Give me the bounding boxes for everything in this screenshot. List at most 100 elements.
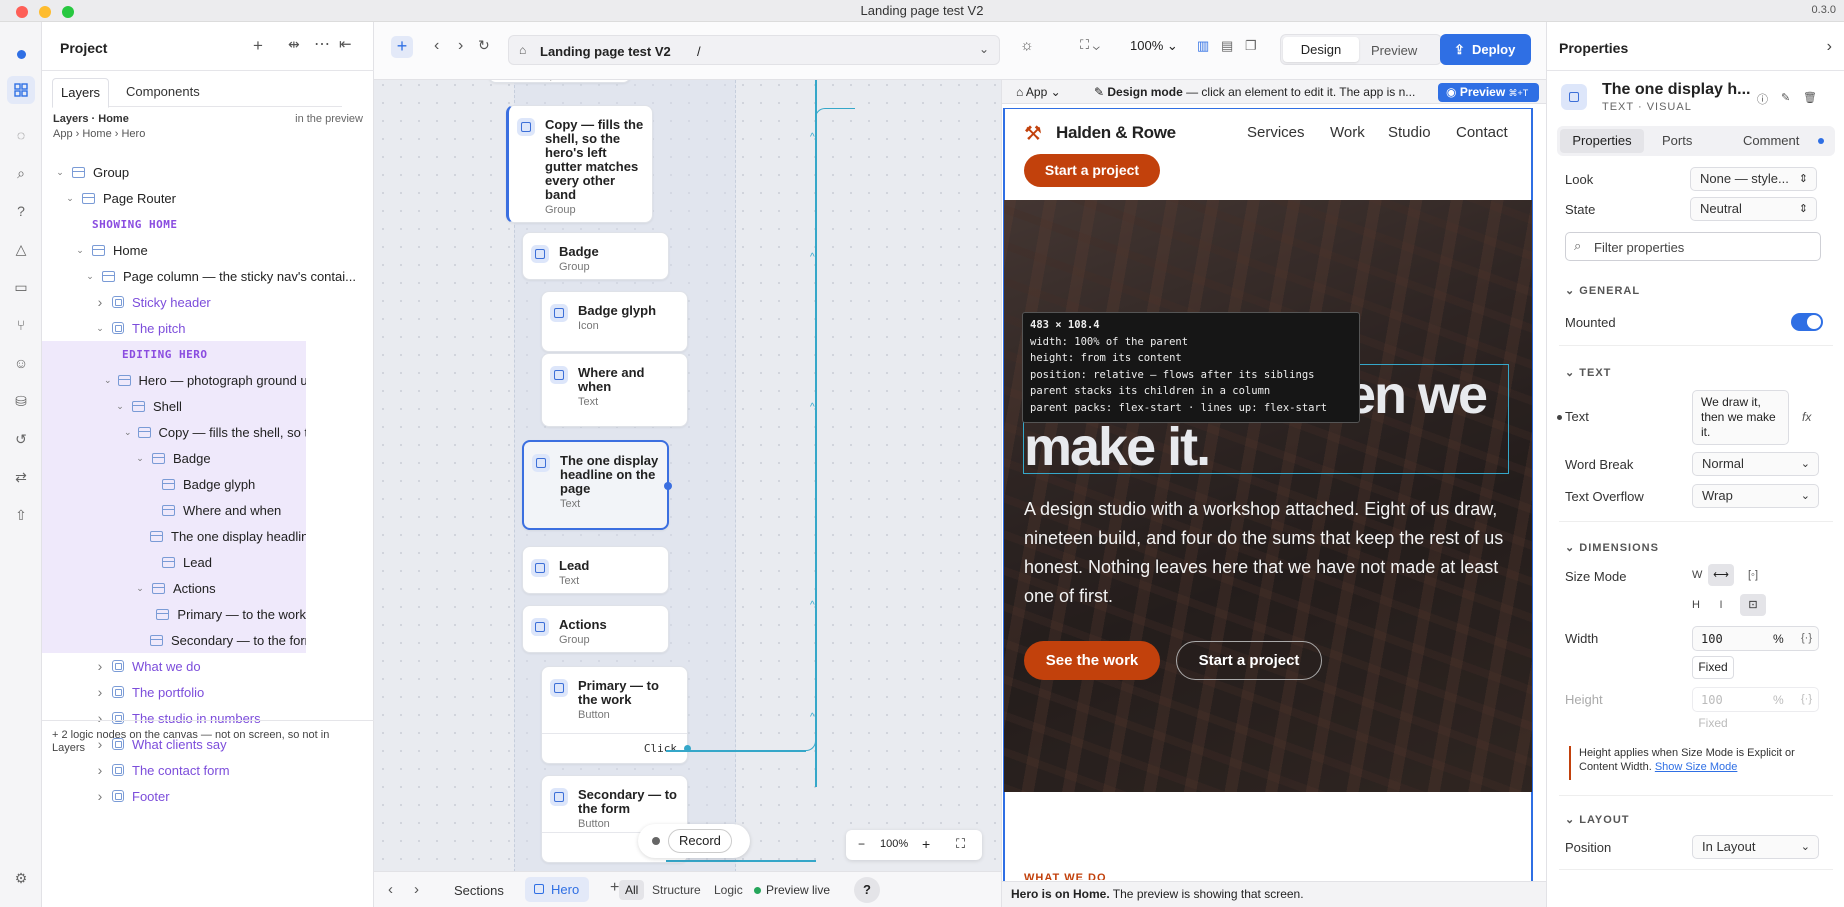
start-project-hero-button[interactable]: Start a project xyxy=(1176,641,1322,680)
preview-live-label[interactable]: Preview live xyxy=(766,883,830,897)
chevron-right-icon[interactable]: › xyxy=(94,710,106,726)
width-input[interactable]: 100 % {·} xyxy=(1692,626,1819,651)
brand-name[interactable]: Halden & Rowe xyxy=(1056,123,1176,143)
look-select[interactable]: None — style... ⇕ xyxy=(1690,167,1817,191)
mounted-toggle[interactable] xyxy=(1791,313,1823,331)
chevron-right-icon[interactable]: › xyxy=(94,294,106,310)
canvas-node[interactable]: Copy — fills the shell, so the hero's le… xyxy=(506,105,653,223)
tab-sections[interactable]: Sections xyxy=(454,883,504,898)
filter-structure[interactable]: Structure xyxy=(652,883,701,897)
preview-button[interactable]: ◉ Preview ⌘+T xyxy=(1438,83,1539,102)
element-name[interactable]: The one display h... xyxy=(1602,81,1750,99)
insert-button[interactable]: + xyxy=(391,36,413,58)
show-size-mode-link[interactable]: Show Size Mode xyxy=(1655,761,1738,773)
canvas-node[interactable]: Badge glyph Icon xyxy=(541,291,688,352)
minimize-window-button[interactable] xyxy=(39,6,51,18)
layer-row[interactable]: ⌄ The pitch xyxy=(42,315,374,341)
design-mode-button[interactable]: Design xyxy=(1283,37,1359,62)
nav-work[interactable]: Work xyxy=(1330,124,1365,141)
info-icon[interactable]: ⓘ xyxy=(1757,91,1768,107)
canvas-node[interactable]: Where and when Text xyxy=(541,353,688,427)
page-address-bar[interactable]: ⌂ Landing page test V2 / ⌄ xyxy=(508,35,1000,65)
text-overflow-select[interactable]: Wrap ⌄ xyxy=(1692,484,1819,508)
flow-icon[interactable]: ⇄ xyxy=(11,467,31,487)
search-icon[interactable]: ⌕ xyxy=(11,163,31,183)
word-break-select[interactable]: Normal ⌄ xyxy=(1692,452,1819,476)
layout-split-icon[interactable]: ▥ xyxy=(1197,38,1209,54)
height-hug-icon[interactable]: ⊡ xyxy=(1740,594,1766,616)
history-icon[interactable]: ↺ xyxy=(11,429,31,449)
layer-row[interactable]: › Footer xyxy=(42,783,374,809)
edit-pencil-icon[interactable]: ✎ xyxy=(1781,91,1790,104)
canvas-node[interactable]: The one display headline on the page Text xyxy=(522,440,672,530)
fit-screen-icon[interactable]: ⛶ xyxy=(956,836,965,852)
filter-logic[interactable]: Logic xyxy=(714,883,743,897)
zoom-out-button[interactable]: − xyxy=(858,837,865,851)
collapse-properties-icon[interactable]: › xyxy=(1827,38,1832,56)
tab-comment[interactable]: Comment xyxy=(1743,133,1799,148)
theme-sun-icon[interactable]: ☼ xyxy=(1020,37,1034,54)
width-unit[interactable]: % xyxy=(1773,632,1784,646)
zoom-window-button[interactable] xyxy=(62,6,74,18)
add-tab-button[interactable]: + xyxy=(610,879,619,897)
layer-row[interactable]: Where and when xyxy=(42,497,306,523)
canvas-node[interactable]: Lead Text xyxy=(522,546,669,594)
layer-row[interactable]: ⌄ Home xyxy=(42,237,374,263)
height-fixed-icon[interactable]: I xyxy=(1708,594,1734,616)
canvas-node[interactable]: Badge Group xyxy=(522,232,669,280)
route-path[interactable]: / xyxy=(697,44,701,59)
layer-row[interactable]: The one display headline on t... xyxy=(42,523,306,549)
chevron-down-icon[interactable]: ⌄ xyxy=(74,245,86,256)
preview-mode-button[interactable]: Preview xyxy=(1371,43,1417,58)
chevron-down-icon[interactable]: ⌄ xyxy=(134,583,146,594)
chevron-down-icon[interactable]: ⌄ xyxy=(84,271,96,282)
layer-row[interactable]: ⌄ Badge xyxy=(42,445,306,471)
add-layer-button[interactable]: + xyxy=(253,36,263,56)
fx-button[interactable]: fx xyxy=(1802,410,1811,424)
layer-row[interactable]: Primary — to the work xyxy=(42,601,306,627)
help-button[interactable]: ? xyxy=(854,877,880,903)
reload-icon[interactable]: ↻ xyxy=(478,37,490,54)
output-handle[interactable] xyxy=(664,482,672,490)
deploy-rail-icon[interactable]: ⇧ xyxy=(11,505,31,525)
width-mode-chip[interactable]: Fixed xyxy=(1692,656,1734,679)
settings-gear-icon[interactable]: ⚙ xyxy=(11,868,31,888)
position-select[interactable]: In Layout ⌄ xyxy=(1692,835,1819,859)
section-dimensions[interactable]: ⌄ DIMENSIONS xyxy=(1565,541,1659,554)
layout-stack-icon[interactable]: ▤ xyxy=(1221,38,1233,54)
branch-icon[interactable]: ⑂ xyxy=(11,315,31,335)
nav-services[interactable]: Services xyxy=(1247,124,1305,141)
nav-forward-icon[interactable]: › xyxy=(458,37,463,55)
app-chip[interactable]: ⌂ App ⌄ xyxy=(1016,85,1061,99)
close-window-button[interactable] xyxy=(16,6,28,18)
section-general[interactable]: ⌄ GENERAL xyxy=(1565,284,1640,297)
tab-properties[interactable]: Properties xyxy=(1560,129,1644,153)
warning-icon[interactable]: △ xyxy=(11,239,31,259)
delete-icon[interactable]: 🗑 xyxy=(1803,91,1817,104)
deploy-button[interactable]: ⇪ Deploy xyxy=(1440,34,1531,65)
chevron-right-icon[interactable]: › xyxy=(94,684,106,700)
layer-row[interactable]: › The portfolio xyxy=(42,679,374,705)
start-project-nav-button[interactable]: Start a project xyxy=(1024,154,1160,187)
help-icon[interactable]: ? xyxy=(11,201,31,221)
nav-back-icon[interactable]: ‹ xyxy=(434,37,439,55)
zoom-select[interactable]: 100% ⌄ xyxy=(1130,38,1178,54)
breadcrumb[interactable]: App › Home › Hero xyxy=(53,128,145,140)
nav-contact[interactable]: Contact xyxy=(1456,124,1508,141)
tab-ports[interactable]: Ports xyxy=(1662,133,1692,148)
filter-properties-input[interactable]: ⌕ Filter properties xyxy=(1565,232,1821,261)
layer-row[interactable]: › Sticky header xyxy=(42,289,374,315)
section-text[interactable]: ⌄ TEXT xyxy=(1565,366,1611,379)
nav-studio[interactable]: Studio xyxy=(1388,124,1431,141)
layer-row[interactable]: › The studio in numbers xyxy=(42,705,374,731)
layer-row[interactable]: ⌄ Page column — the sticky nav's contai..… xyxy=(42,263,374,289)
users-icon[interactable]: ☺ xyxy=(11,353,31,373)
more-options-icon[interactable]: ⋯ xyxy=(314,34,330,54)
chevron-right-icon[interactable]: › xyxy=(94,762,106,778)
layer-row[interactable]: ⌄ Group xyxy=(42,159,374,185)
canvas-node[interactable]: Actions Group xyxy=(522,605,669,653)
section-layout[interactable]: ⌄ LAYOUT xyxy=(1565,813,1630,826)
chevron-right-icon[interactable]: › xyxy=(94,658,106,674)
layer-row[interactable]: Lead xyxy=(42,549,306,575)
forward-arrow-icon[interactable]: › xyxy=(414,881,419,898)
